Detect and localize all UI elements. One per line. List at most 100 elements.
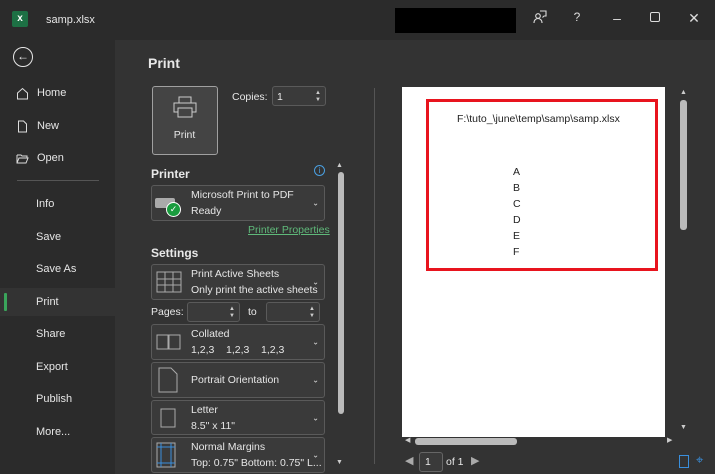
settings-heading: Settings xyxy=(151,246,199,260)
close-icon[interactable]: ✕ xyxy=(679,10,709,27)
to-label: to xyxy=(248,306,257,318)
orientation-dropdown[interactable]: Portrait Orientation ⌄ xyxy=(151,362,325,398)
chevron-down-icon: ⌄ xyxy=(312,450,319,460)
paper-icon xyxy=(160,408,176,427)
page-number-input[interactable]: 1 xyxy=(419,452,443,472)
preview-scroll-left[interactable]: ◀ xyxy=(405,436,410,444)
cell-value: F xyxy=(513,246,520,258)
cell-value: E xyxy=(513,230,521,242)
nav-label: Share xyxy=(36,328,66,340)
nav-item-print[interactable]: Print xyxy=(0,288,115,316)
collation-title: Collated xyxy=(191,328,230,340)
collation-subtitle: 1,2,3 1,2,3 1,2,3 xyxy=(191,344,285,356)
nav-item-open[interactable]: Open xyxy=(0,144,115,172)
portrait-icon xyxy=(158,367,178,393)
preview-scroll-down[interactable]: ▼ xyxy=(680,424,687,431)
nav-item-info[interactable]: Info xyxy=(0,190,115,218)
preview-vscroll-thumb[interactable] xyxy=(680,100,687,230)
pages-label: Pages: xyxy=(151,306,184,318)
cell-value: D xyxy=(513,214,521,226)
scroll-up-arrow[interactable]: ▲ xyxy=(336,162,343,169)
cell-value: A xyxy=(513,166,521,178)
page-title: Print xyxy=(148,55,180,71)
window-title: samp.xlsx xyxy=(46,14,95,26)
page-header-path: F:\tuto_\june\temp\samp\samp.xlsx xyxy=(457,113,620,125)
backstage-nav: ← Home New Open Info Save Save As Print … xyxy=(0,40,115,474)
chevron-down-icon: ⌄ xyxy=(312,413,319,422)
increment-icon[interactable]: ▲ xyxy=(315,90,321,96)
settings-scrollbar-thumb[interactable] xyxy=(338,172,344,414)
nav-label: Save xyxy=(36,231,62,243)
preview-scroll-right[interactable]: ▶ xyxy=(667,436,672,444)
nav-item-save[interactable]: Save xyxy=(0,223,115,251)
preview-hscroll-thumb[interactable] xyxy=(415,438,517,445)
pages-to-input[interactable]: ▲ ▼ xyxy=(266,302,320,322)
printer-ready-icon: ✓ xyxy=(155,198,181,217)
copies-stepper[interactable]: 1 ▲ ▼ xyxy=(272,86,326,106)
cell-value: C xyxy=(513,198,521,210)
nav-label: Info xyxy=(36,198,55,210)
nav-divider xyxy=(17,180,99,181)
coauthoring-icon[interactable] xyxy=(525,10,555,27)
active-indicator xyxy=(4,293,7,311)
redacted-search-box[interactable] xyxy=(395,8,516,33)
folder-open-icon xyxy=(16,154,29,163)
nav-item-publish[interactable]: Publish xyxy=(0,385,115,413)
scroll-down-arrow[interactable]: ▼ xyxy=(336,459,343,466)
page-count: of 1 xyxy=(446,456,464,468)
printer-dropdown[interactable]: ✓ Microsoft Print to PDF Ready ⌄ xyxy=(151,185,325,221)
nav-label: Save As xyxy=(36,263,77,275)
maximize-icon[interactable] xyxy=(640,10,670,24)
page-number-value: 1 xyxy=(425,456,431,468)
print-what-subtitle: Only print the active sheets xyxy=(191,284,318,296)
paper-size-dropdown[interactable]: Letter 8.5" x 11" ⌄ xyxy=(151,400,325,435)
print-button[interactable]: Print xyxy=(152,86,218,155)
help-icon[interactable]: ? xyxy=(562,10,592,24)
cell-values: A B C D E F xyxy=(513,164,521,260)
excel-logo-icon: x xyxy=(12,11,28,27)
zoom-to-page-icon[interactable]: ⌖ xyxy=(696,452,703,468)
nav-item-new[interactable]: New xyxy=(0,112,115,140)
margins-subtitle: Top: 0.75" Bottom: 0.75" L... xyxy=(191,457,322,469)
nav-label: More... xyxy=(36,426,71,438)
nav-item-share[interactable]: Share xyxy=(0,320,115,348)
paper-subtitle: 8.5" x 11" xyxy=(191,420,236,432)
show-margins-icon[interactable] xyxy=(679,455,689,468)
print-what-dropdown[interactable]: Print Active Sheets Only print the activ… xyxy=(151,264,325,300)
cell-value: B xyxy=(513,182,521,194)
sheets-icon xyxy=(156,271,182,293)
nav-item-home[interactable]: Home xyxy=(0,79,115,107)
printer-heading: Printer xyxy=(151,167,190,181)
chevron-down-icon: ⌄ xyxy=(312,337,319,347)
printer-status: Ready xyxy=(191,205,222,217)
collated-icon xyxy=(156,334,181,350)
new-document-icon xyxy=(18,120,27,132)
minimize-icon[interactable]: – xyxy=(602,10,632,26)
copies-label: Copies: xyxy=(232,91,268,103)
preview-scroll-up[interactable]: ▲ xyxy=(680,89,687,96)
chevron-down-icon: ⌄ xyxy=(312,375,319,385)
nav-label: Publish xyxy=(36,393,73,405)
collation-dropdown[interactable]: Collated 1,2,3 1,2,3 1,2,3 ⌄ xyxy=(151,324,325,360)
print-what-title: Print Active Sheets xyxy=(191,268,280,280)
decrement-icon[interactable]: ▼ xyxy=(315,97,321,103)
pages-from-input[interactable]: ▲ ▼ xyxy=(187,302,240,322)
nav-item-export[interactable]: Export xyxy=(0,353,115,381)
printer-icon xyxy=(173,96,197,118)
paper-title: Letter xyxy=(191,404,218,416)
nav-label: Open xyxy=(37,152,64,164)
info-icon[interactable]: i xyxy=(314,165,325,176)
pane-divider xyxy=(374,88,375,464)
nav-item-more[interactable]: More... xyxy=(0,418,115,446)
printer-properties-link[interactable]: Printer Properties xyxy=(248,224,330,236)
next-page-button[interactable]: ▶ xyxy=(471,454,479,467)
margins-dropdown[interactable]: Normal Margins Top: 0.75" Bottom: 0.75" … xyxy=(151,437,325,473)
printer-name: Microsoft Print to PDF xyxy=(191,189,294,201)
nav-label: Print xyxy=(36,296,59,308)
previous-page-button[interactable]: ◀ xyxy=(405,454,413,467)
nav-item-save-as[interactable]: Save As xyxy=(0,255,115,283)
copies-value: 1 xyxy=(277,91,283,103)
back-arrow-icon[interactable]: ← xyxy=(13,47,33,67)
title-bar: x samp.xlsx ? – ✕ xyxy=(0,0,715,40)
chevron-down-icon: ⌄ xyxy=(312,198,319,208)
